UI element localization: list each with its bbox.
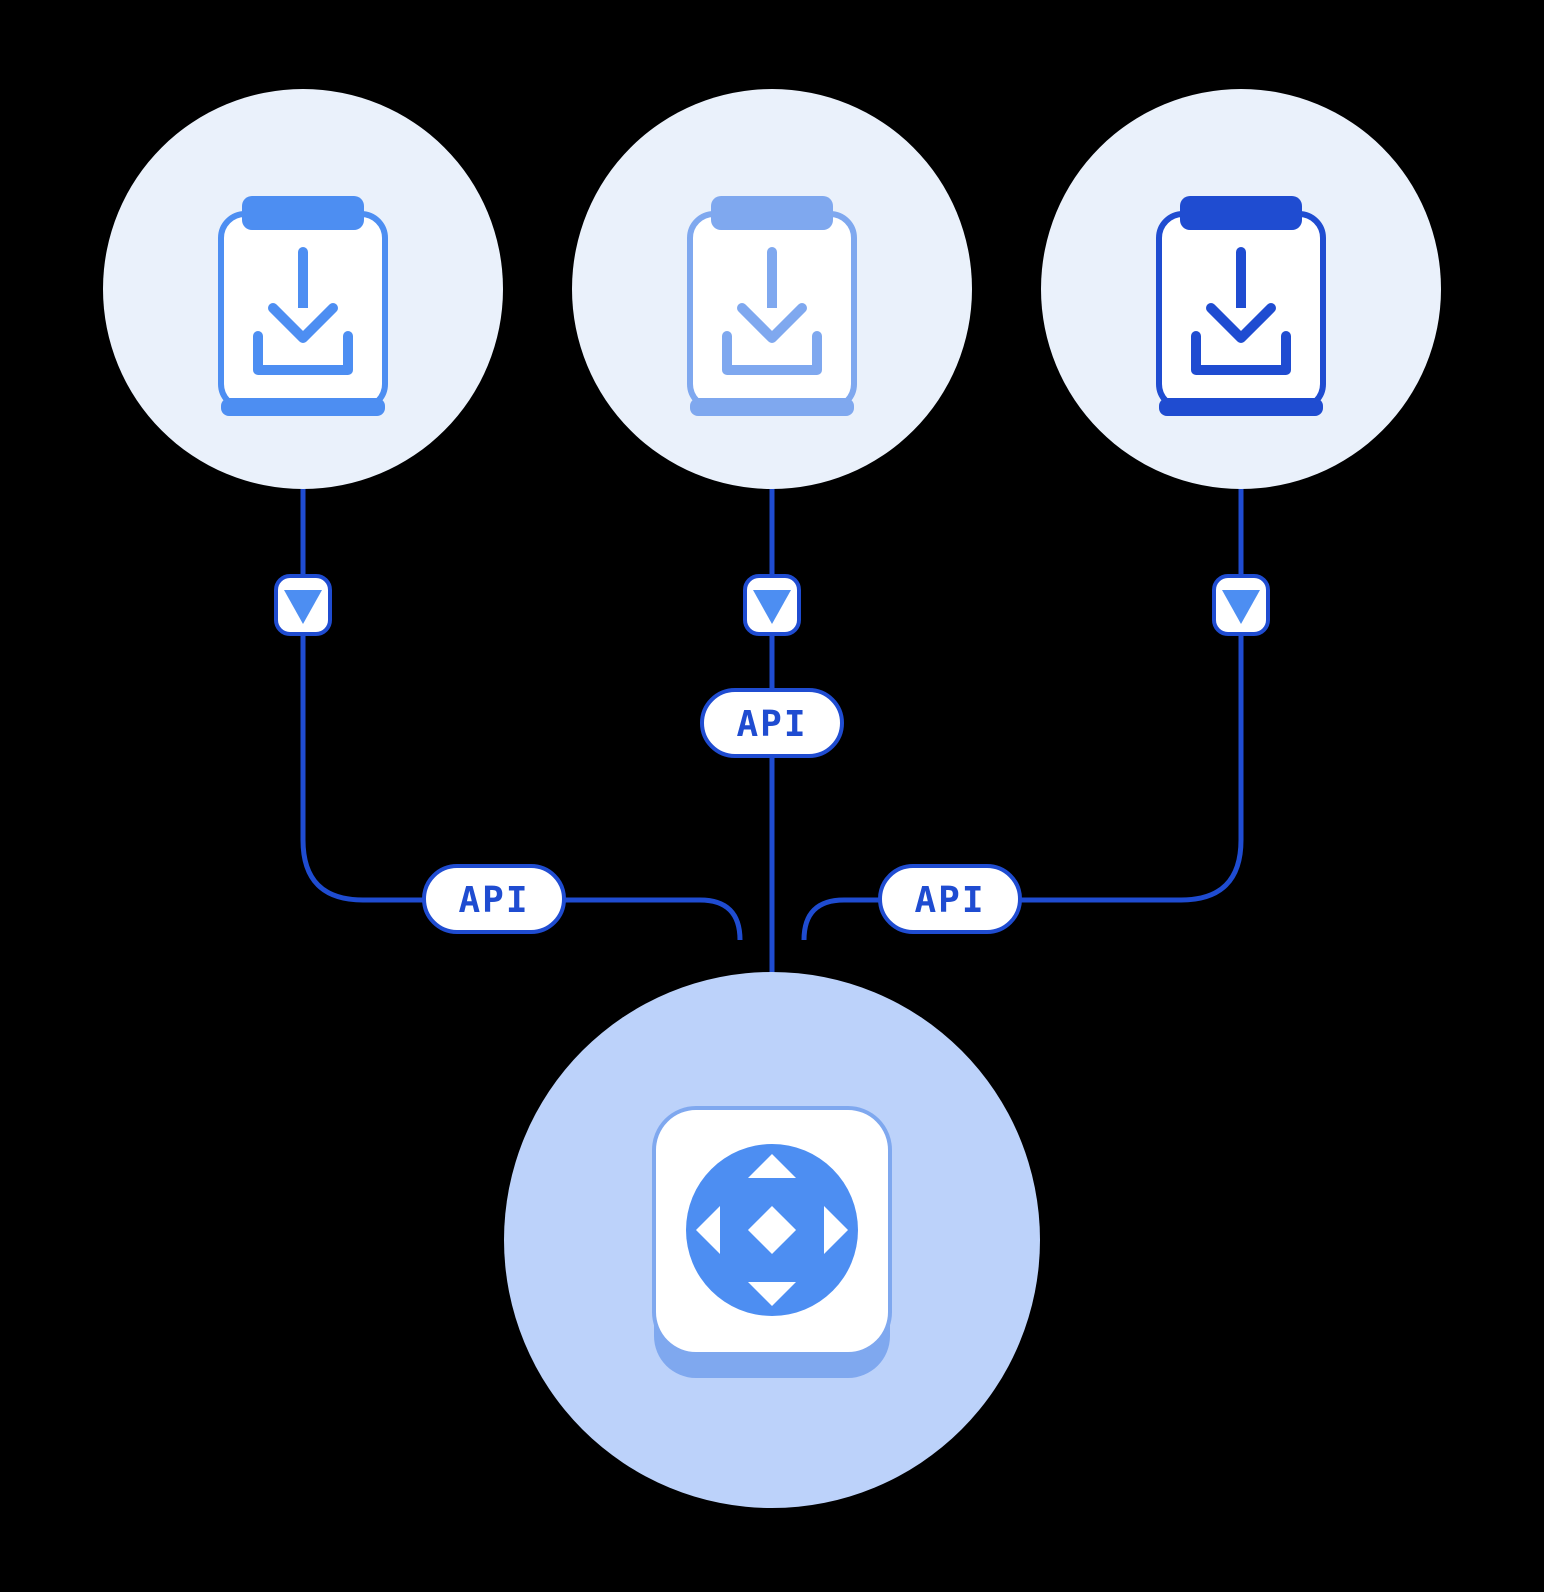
connector-right <box>804 470 1241 940</box>
api-label-left: API <box>424 866 564 932</box>
diamond-app-icon <box>686 1144 858 1316</box>
api-architecture-diagram: API API API <box>0 0 1544 1592</box>
flow-arrow-right <box>1214 576 1268 634</box>
app-tile <box>654 1108 890 1378</box>
flow-arrow-center <box>745 576 799 634</box>
api-label-text: API <box>458 880 529 921</box>
api-label-right: API <box>880 866 1020 932</box>
api-label-text: API <box>736 704 807 745</box>
clipboard-download-icon <box>690 196 854 416</box>
flow-arrow-left <box>276 576 330 634</box>
source-node-3 <box>1041 89 1441 489</box>
clipboard-download-icon <box>1159 196 1323 416</box>
hub-node <box>504 972 1040 1508</box>
api-label-text: API <box>914 880 985 921</box>
api-label-center: API <box>702 690 842 756</box>
source-node-2 <box>572 89 972 489</box>
clipboard-download-icon <box>221 196 385 416</box>
source-node-1 <box>103 89 503 489</box>
